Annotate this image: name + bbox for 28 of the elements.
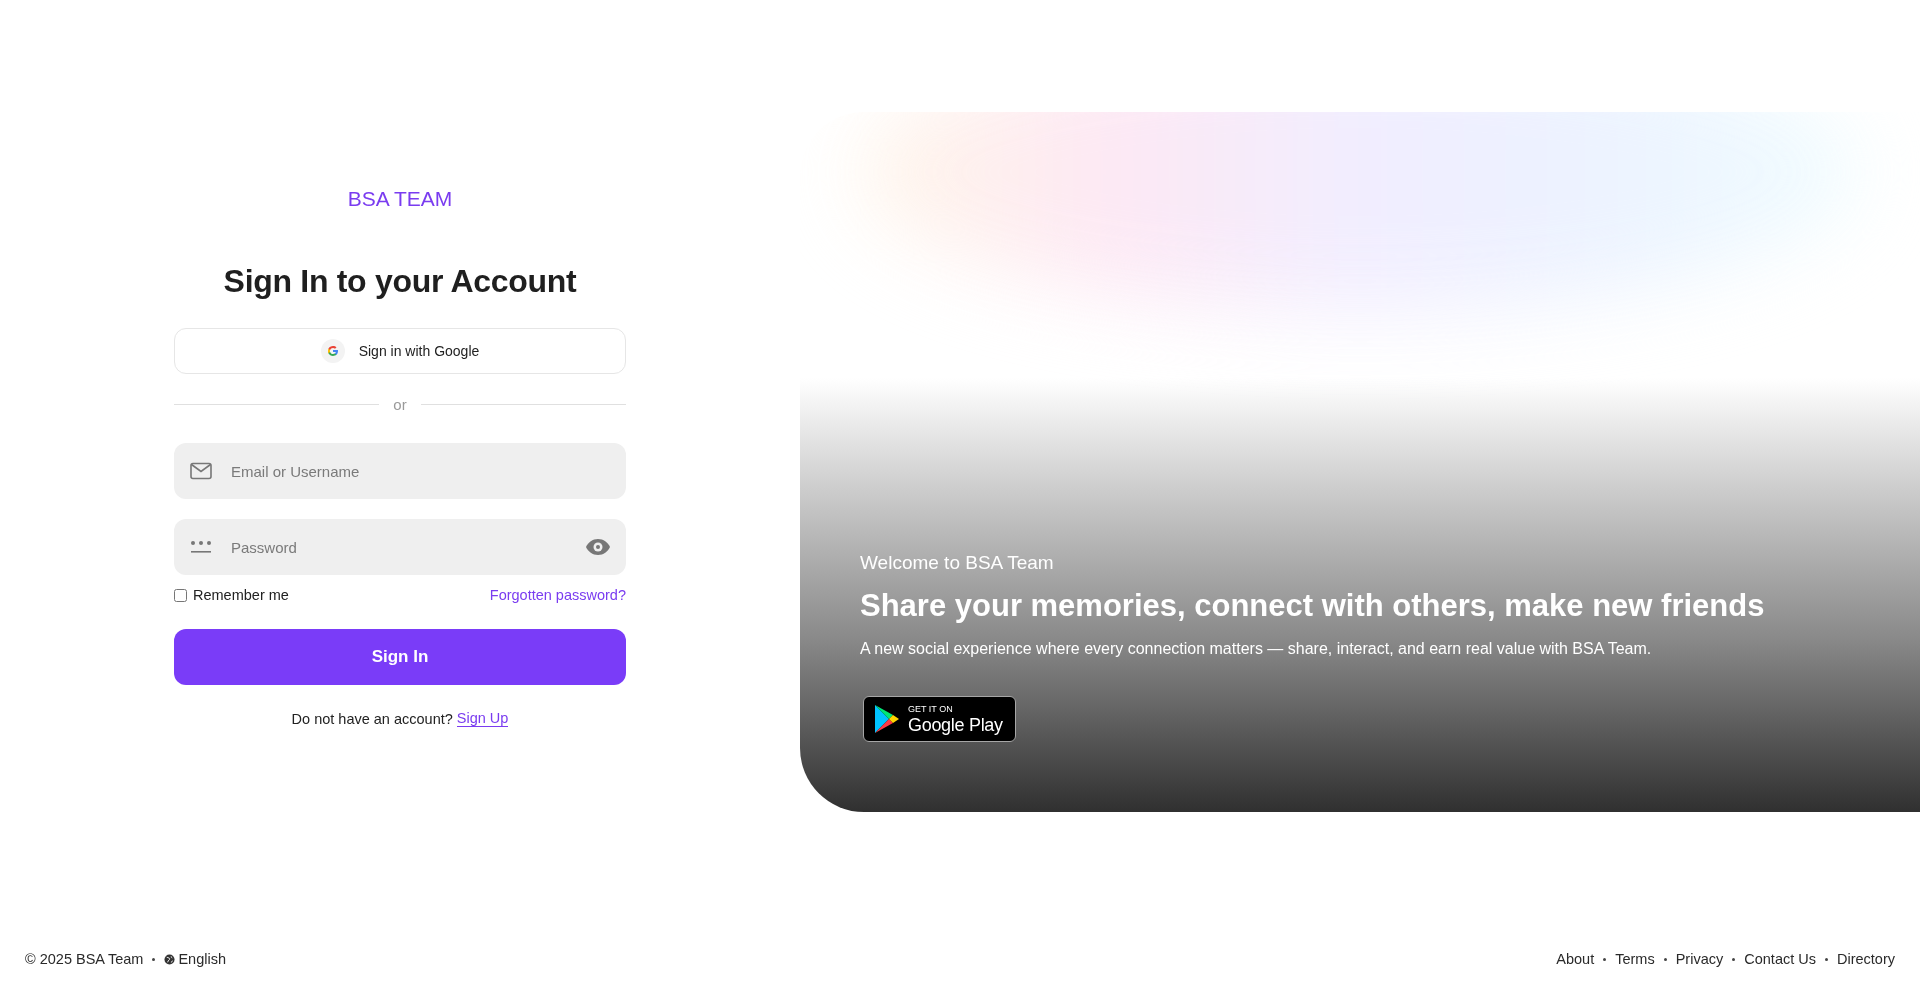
remember-label: Remember me <box>193 587 289 603</box>
hero-eyebrow: Welcome to BSA Team <box>860 552 1055 574</box>
hero-headline: Share your memories, connect with others, make new friends <box>860 588 1766 624</box>
google-play-badge[interactable]: GET IT ON Google Play <box>863 696 1016 742</box>
forgot-password-link[interactable]: Forgotten password? <box>489 587 626 603</box>
page-title: Sign In to your Account <box>223 263 577 300</box>
play-store-icon <box>874 704 900 734</box>
footer-link[interactable]: Directory <box>1837 951 1895 967</box>
sign-in-button[interactable]: Sign In <box>174 629 626 685</box>
divider-label: or <box>393 396 407 413</box>
email-field[interactable]: Email or Username <box>174 443 626 499</box>
signup-prompt: Do not have an account? <box>291 710 453 727</box>
google-sign-in-button[interactable]: Sign in with Google <box>174 328 626 374</box>
footer-link[interactable]: About <box>1556 951 1595 967</box>
hero-description: A new social experience where every connection matters — share, interact, and earn real value with BSA Team. <box>860 640 1653 658</box>
password-icon <box>190 540 212 554</box>
brand-logo: BSA TEAM <box>347 187 453 211</box>
eye-icon[interactable] <box>586 539 610 555</box>
copyright-text: © 2025 BSA Team <box>25 951 144 967</box>
mail-icon <box>190 462 212 480</box>
footer-link[interactable]: Terms <box>1615 951 1655 967</box>
language-link[interactable]: English <box>164 951 226 967</box>
google-icon <box>320 339 345 363</box>
footer-link[interactable]: Privacy <box>1675 951 1724 967</box>
remember-checkbox[interactable] <box>174 588 187 602</box>
sign-up-link[interactable]: Sign Up <box>456 710 509 727</box>
footer-link[interactable]: Contact Us <box>1744 951 1816 967</box>
password-field[interactable]: Password <box>174 519 626 575</box>
